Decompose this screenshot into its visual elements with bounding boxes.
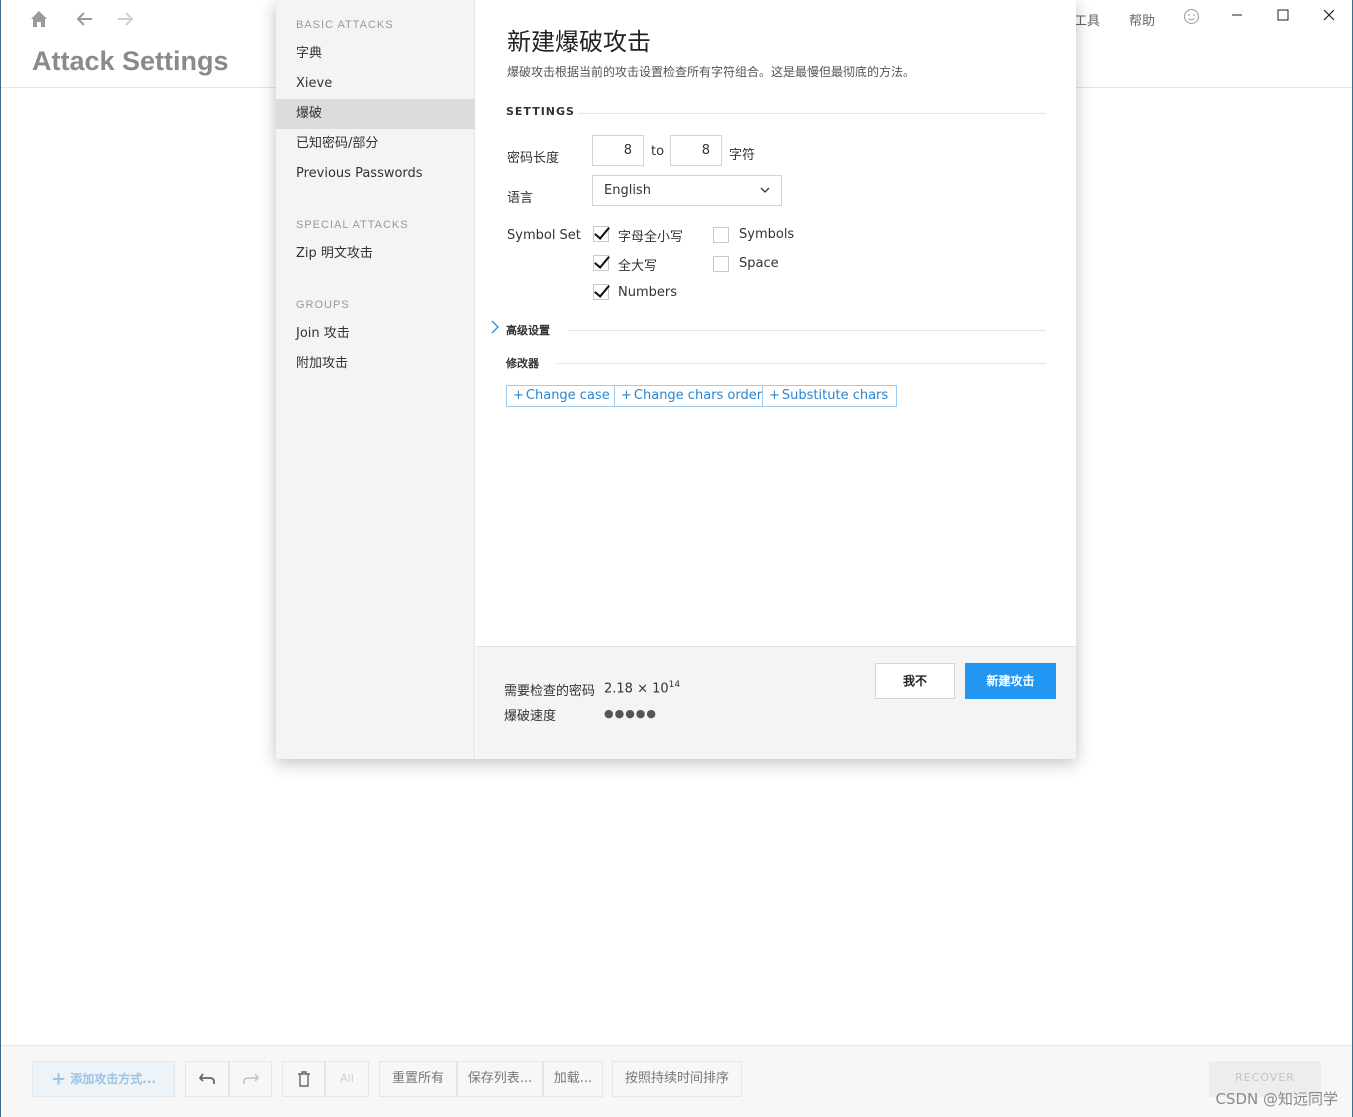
sidebar-item-zip-plaintext[interactable]: Zip 明文攻击 [276, 239, 475, 269]
lowercase-label: 字母全小写 [618, 230, 684, 245]
symbol-set-label: Symbol Set [507, 228, 581, 243]
bottom-toolbar: + 添加攻击方式... All 重置所有 保存列表... 加载... 按照持续时… [1, 1045, 1352, 1117]
undo-button[interactable] [185, 1061, 229, 1097]
length-min-input[interactable]: 8 [592, 135, 644, 166]
space-label: Space [739, 256, 779, 271]
back-arrow-icon[interactable] [74, 8, 96, 30]
sidebar-item-known-password[interactable]: 已知密码/部分 [276, 129, 475, 159]
plus-icon: + [51, 1068, 67, 1090]
sidebar-item-brute-force[interactable]: 爆破 [276, 99, 475, 129]
change-chars-order-label: Change chars order [633, 388, 763, 403]
modifiers-heading: 修改器 [506, 357, 539, 370]
substitute-chars-button[interactable]: + Substitute chars [762, 385, 898, 407]
modifiers-divider [557, 363, 1046, 364]
passwords-exponent: 14 [668, 680, 681, 690]
menu-tools[interactable]: 工具 [1074, 10, 1100, 29]
dialog-footer: 需要检查的密码 2.18 × 1014 爆破速度 ●●●●● 我不 新建攻击 [476, 646, 1076, 759]
plus-icon: + [769, 388, 780, 403]
new-attack-dialog: BASIC ATTACKS 字典 Xieve 爆破 已知密码/部分 Previo… [276, 0, 1076, 759]
save-list-button[interactable]: 保存列表... [457, 1061, 543, 1097]
plus-icon: + [621, 388, 632, 403]
dialog-description: 爆破攻击根据当前的攻击设置检查所有字符组合。这是最慢但最彻底的方法。 [507, 65, 916, 79]
smiley-feedback-icon[interactable] [1183, 8, 1200, 29]
sidebar-item-dictionary[interactable]: 字典 [276, 39, 475, 69]
numbers-checkbox[interactable] [593, 284, 609, 300]
substitute-chars-label: Substitute chars [781, 388, 889, 403]
length-max-input[interactable]: 8 [670, 135, 722, 166]
uppercase-checkbox[interactable] [593, 255, 609, 271]
password-length-label: 密码长度 [507, 151, 560, 166]
chars-unit-label: 字符 [729, 148, 756, 163]
watermark: CSDN @知远同学 [1215, 1090, 1338, 1108]
menu-help[interactable]: 帮助 [1129, 10, 1155, 29]
add-attack-button[interactable]: + 添加攻击方式... [32, 1061, 175, 1097]
advanced-settings-toggle[interactable]: 高级设置 [506, 322, 550, 338]
attack-settings-panel: 新建爆破攻击 爆破攻击根据当前的攻击设置检查所有字符组合。这是最慢但最彻底的方法… [476, 0, 1076, 646]
all-button[interactable]: All [325, 1061, 369, 1097]
change-case-button[interactable]: + Change case [506, 385, 619, 407]
minimize-icon[interactable] [1225, 6, 1249, 28]
space-checkbox[interactable] [713, 256, 729, 272]
trash-icon [297, 1070, 311, 1087]
symbols-label: Symbols [739, 227, 795, 242]
passwords-to-check-label: 需要检查的密码 [504, 684, 596, 699]
attack-type-sidebar: BASIC ATTACKS 字典 Xieve 爆破 已知密码/部分 Previo… [276, 0, 475, 759]
sidebar-item-append-attack[interactable]: 附加攻击 [276, 349, 475, 379]
numbers-label: Numbers [618, 285, 677, 300]
language-select[interactable]: English [592, 175, 782, 206]
passwords-to-check-value: 2.18 × 1014 [604, 680, 680, 696]
create-attack-button[interactable]: 新建攻击 [965, 663, 1056, 699]
groups-heading: GROUPS [296, 299, 350, 311]
maximize-icon[interactable] [1271, 6, 1295, 28]
close-icon[interactable] [1317, 6, 1341, 28]
cancel-button[interactable]: 我不 [875, 663, 955, 699]
add-attack-label: 添加攻击方式... [70, 1072, 156, 1086]
advanced-divider [568, 330, 1046, 331]
settings-heading: SETTINGS [506, 105, 575, 118]
chevron-down-icon [759, 176, 771, 216]
chevron-right-icon[interactable] [490, 320, 500, 338]
sort-by-duration-button[interactable]: 按照持续时间排序 [612, 1061, 742, 1097]
lowercase-checkbox[interactable] [593, 226, 609, 242]
home-icon[interactable] [28, 8, 50, 30]
speed-label: 爆破速度 [504, 709, 557, 724]
language-label: 语言 [507, 191, 534, 206]
uppercase-label: 全大写 [618, 259, 658, 274]
sidebar-item-join-attack[interactable]: Join 攻击 [276, 319, 475, 349]
delete-button[interactable] [282, 1061, 325, 1097]
settings-divider [578, 113, 1046, 114]
basic-attacks-heading: BASIC ATTACKS [296, 19, 394, 31]
undo-icon [198, 1071, 216, 1086]
speed-rating: ●●●●● [604, 707, 657, 720]
change-case-label: Change case [525, 388, 610, 403]
redo-icon [242, 1071, 260, 1086]
symbols-checkbox[interactable] [713, 227, 729, 243]
reset-all-button[interactable]: 重置所有 [379, 1061, 457, 1097]
special-attacks-heading: SPECIAL ATTACKS [296, 219, 409, 231]
change-chars-order-button[interactable]: + Change chars order [614, 385, 772, 407]
sidebar-item-previous-passwords[interactable]: Previous Passwords [276, 159, 475, 189]
sidebar-item-xieve[interactable]: Xieve [276, 69, 475, 99]
page-title: Attack Settings [32, 46, 229, 76]
redo-button[interactable] [229, 1061, 272, 1097]
plus-icon: + [513, 388, 524, 403]
load-button[interactable]: 加载... [543, 1061, 603, 1097]
to-label: to [651, 144, 665, 159]
passwords-mantissa: 2.18 × 10 [604, 681, 669, 697]
forward-arrow-icon[interactable] [114, 8, 136, 30]
dialog-title: 新建爆破攻击 [507, 28, 651, 56]
language-value: English [604, 183, 651, 198]
